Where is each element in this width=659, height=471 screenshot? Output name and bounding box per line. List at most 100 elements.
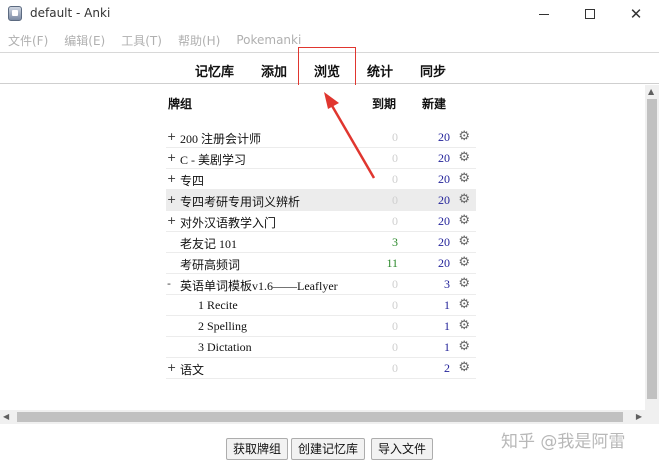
gear-icon[interactable]: ⚙ (458, 297, 470, 312)
deck-new-count: 20 (438, 172, 450, 186)
deck-name-link[interactable]: 专四考研专用词义辨析 (180, 193, 300, 210)
gear-icon[interactable]: ⚙ (458, 339, 470, 354)
toolbar-add-link[interactable]: 添加 (261, 61, 287, 80)
gear-icon[interactable]: ⚙ (458, 129, 470, 144)
anki-app-icon (8, 6, 22, 21)
deck-name-link[interactable]: 语文 (180, 361, 204, 378)
gear-icon[interactable]: ⚙ (458, 360, 470, 375)
deck-name-link[interactable]: 老友记 101 (180, 235, 237, 252)
column-header-due: 到期 (372, 97, 397, 111)
deck-row[interactable]: 1 Recite 0 1 ⚙ (166, 295, 476, 316)
horizontal-scroll-thumb[interactable] (17, 412, 623, 422)
maximize-icon (585, 9, 595, 19)
deck-new-count: 20 (438, 193, 450, 207)
deck-name-link[interactable]: 2 Spelling (198, 319, 247, 334)
toolbar-decks-link[interactable]: 记忆库 (195, 61, 234, 80)
menu-file[interactable]: 文件(F) (8, 32, 48, 49)
toolbar-stats-link[interactable]: 统计 (367, 61, 393, 80)
deck-due-count: 0 (392, 340, 398, 354)
deck-due-count: 3 (392, 235, 398, 249)
deck-new-count: 1 (444, 319, 450, 333)
gear-icon[interactable]: ⚙ (458, 213, 470, 228)
deck-name-link[interactable]: 专四 (180, 172, 204, 189)
deck-collapse-toggle[interactable]: + (167, 172, 177, 185)
deck-new-count: 20 (438, 214, 450, 228)
gear-icon[interactable]: ⚙ (458, 171, 470, 186)
scroll-left-icon[interactable]: ◀ (3, 412, 9, 421)
gear-icon[interactable]: ⚙ (458, 255, 470, 270)
menu-pokemanki[interactable]: Pokemanki (236, 33, 301, 47)
menu-help[interactable]: 帮助(H) (178, 32, 220, 49)
deck-due-count: 0 (392, 151, 398, 165)
column-header-deck: 牌组 (168, 97, 193, 111)
deck-row[interactable]: + C - 美剧学习 0 20 ⚙ (166, 148, 476, 169)
deck-name-link[interactable]: 1 Recite (198, 298, 238, 313)
deck-new-count: 20 (438, 235, 450, 249)
gear-icon[interactable]: ⚙ (458, 318, 470, 333)
vertical-scrollbar[interactable]: ▲ (645, 85, 659, 410)
deck-new-count: 20 (438, 130, 450, 144)
deck-due-count: 0 (392, 214, 398, 228)
deck-collapse-toggle[interactable]: + (167, 361, 177, 374)
deck-new-count: 20 (438, 256, 450, 270)
deck-name-link[interactable]: 考研高频词 (180, 256, 240, 273)
deck-collapse-toggle[interactable]: + (167, 130, 177, 143)
vertical-scroll-thumb[interactable] (647, 99, 657, 399)
window-title: default - Anki (30, 6, 111, 20)
deck-new-count: 1 (444, 298, 450, 312)
deck-new-count: 20 (438, 151, 450, 165)
scroll-right-icon[interactable]: ▶ (636, 412, 642, 421)
minimize-button[interactable] (521, 0, 567, 28)
deck-collapse-toggle[interactable]: + (167, 193, 177, 206)
close-icon: ✕ (629, 4, 643, 23)
deck-row[interactable]: + 语文 0 2 ⚙ (166, 358, 476, 379)
scrollbar-corner (645, 410, 659, 424)
bottom-bar: 获取牌组 创建记忆库 导入文件 知乎 @我是阿雷 (0, 424, 659, 471)
menu-tools[interactable]: 工具(T) (121, 32, 162, 49)
deck-collapse-toggle[interactable]: + (167, 214, 177, 227)
deck-row[interactable]: 考研高频词 11 20 ⚙ (166, 253, 476, 274)
deck-name-link[interactable]: 3 Dictation (198, 340, 252, 355)
gear-icon[interactable]: ⚙ (458, 276, 470, 291)
gear-icon[interactable]: ⚙ (458, 150, 470, 165)
toolbar-sync-link[interactable]: 同步 (420, 61, 446, 80)
deck-due-count: 0 (392, 277, 398, 291)
deck-row[interactable]: + 专四考研专用词义辨析 0 20 ⚙ (166, 190, 476, 211)
create-deck-button[interactable]: 创建记忆库 (291, 438, 366, 460)
deck-row[interactable]: 老友记 101 3 20 ⚙ (166, 232, 476, 253)
deck-due-count: 11 (386, 256, 398, 270)
deck-row[interactable]: + 对外汉语教学入门 0 20 ⚙ (166, 211, 476, 232)
scroll-up-icon[interactable]: ▲ (648, 87, 654, 96)
deck-browser: 牌组 到期 新建 +200 注册会计师 0 20 ⚙ + C - 美剧学习 0 20 ⚙ + 专四 0… (0, 85, 645, 410)
deck-due-count: 0 (392, 130, 398, 144)
menu-edit[interactable]: 编辑(E) (64, 32, 105, 49)
import-file-button[interactable]: 导入文件 (371, 438, 434, 460)
deck-due-count: 0 (392, 193, 398, 207)
deck-name-link[interactable]: 200 注册会计师 (180, 130, 261, 147)
get-shared-decks-button[interactable]: 获取牌组 (226, 438, 289, 460)
title-bar: default - Anki ✕ (0, 0, 659, 28)
deck-row[interactable]: +200 注册会计师 0 20 ⚙ (166, 127, 476, 148)
deck-name-link[interactable]: 英语单词模板v1.6——Leaflyer (180, 277, 338, 294)
deck-due-count: 0 (392, 319, 398, 333)
horizontal-scrollbar[interactable]: ◀ ▶ (0, 410, 645, 424)
deck-list: +200 注册会计师 0 20 ⚙ + C - 美剧学习 0 20 ⚙ + 专四 0 20 ⚙ + 专四考研专… (166, 127, 476, 379)
deck-row[interactable]: 3 Dictation 0 1 ⚙ (166, 337, 476, 358)
deck-name-link[interactable]: 对外汉语教学入门 (180, 214, 276, 231)
close-button[interactable]: ✕ (613, 0, 659, 28)
deck-row[interactable]: 2 Spelling 0 1 ⚙ (166, 316, 476, 337)
deck-due-count: 0 (392, 361, 398, 375)
maximize-button[interactable] (567, 0, 613, 28)
deck-collapse-toggle[interactable]: + (167, 151, 177, 164)
deck-row[interactable]: - 英语单词模板v1.6——Leaflyer 0 3 ⚙ (166, 274, 476, 295)
deck-row[interactable]: + 专四 0 20 ⚙ (166, 169, 476, 190)
deck-collapse-toggle[interactable]: - (167, 277, 177, 290)
gear-icon[interactable]: ⚙ (458, 192, 470, 207)
deck-due-count: 0 (392, 172, 398, 186)
watermark: 知乎 @我是阿雷 (501, 432, 626, 452)
deck-new-count: 3 (444, 277, 450, 291)
column-header-new: 新建 (422, 97, 447, 111)
gear-icon[interactable]: ⚙ (458, 234, 470, 249)
deck-name-link[interactable]: C - 美剧学习 (180, 151, 246, 168)
minimize-icon (539, 13, 549, 15)
